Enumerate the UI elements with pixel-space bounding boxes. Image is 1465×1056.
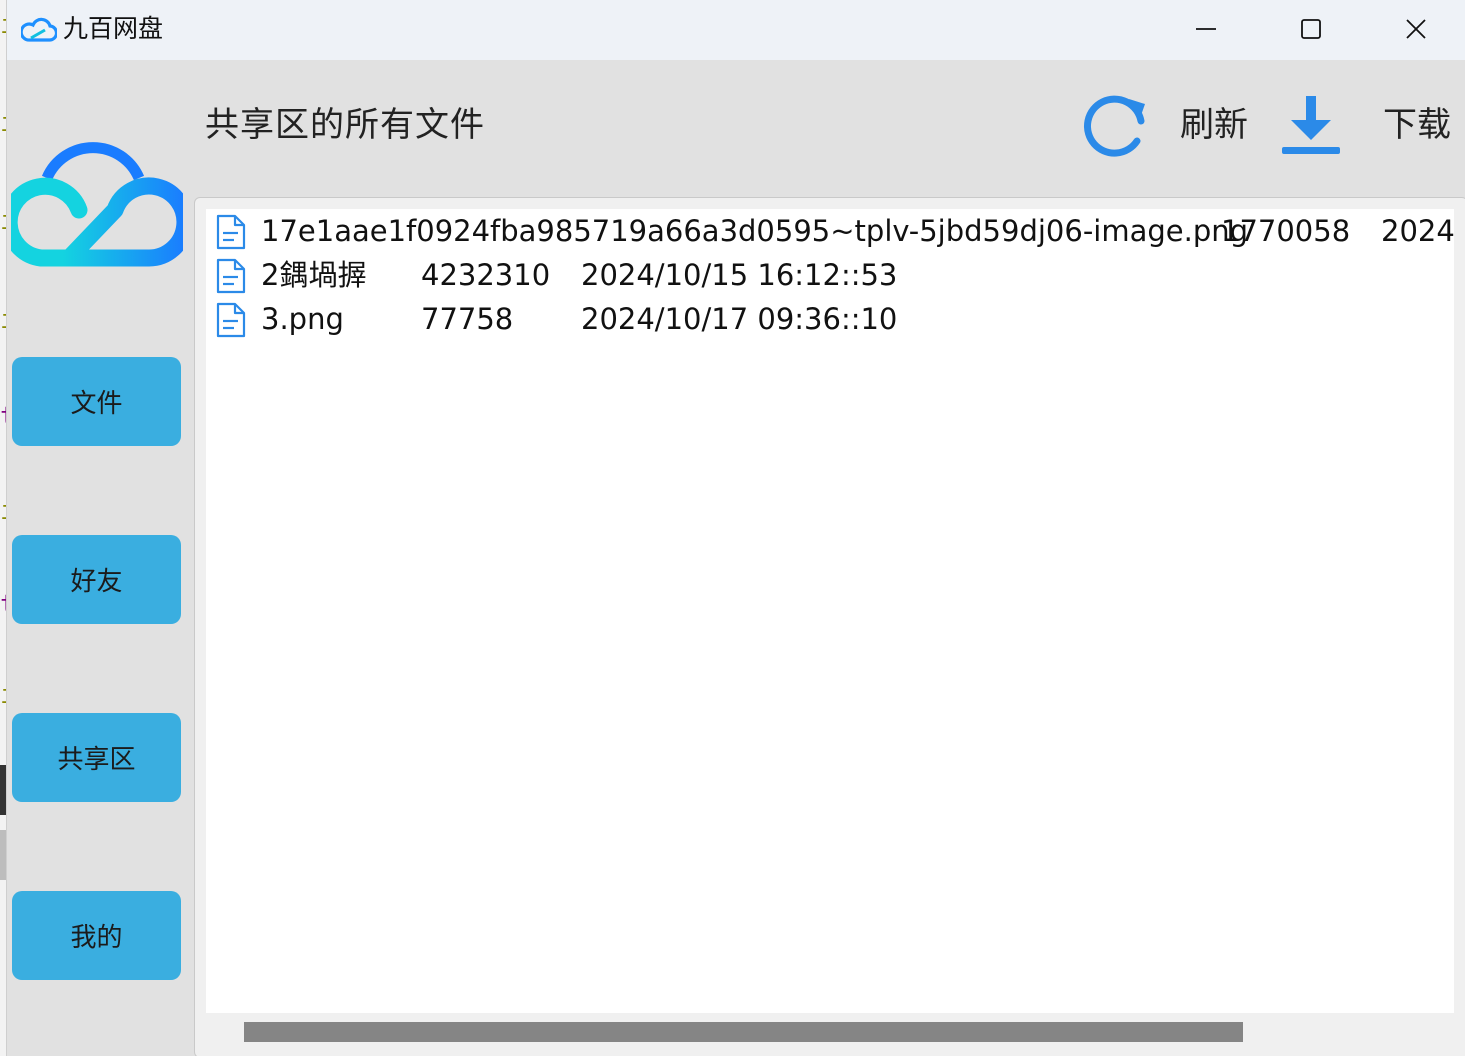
file-list[interactable]: 17e1aae1f0924fba985719a66a3d0595~tplv-5j…: [206, 209, 1454, 1013]
nav-profile-button[interactable]: 我的: [12, 891, 181, 980]
download-label[interactable]: 下载: [1383, 102, 1451, 148]
cloud-app-icon: [21, 17, 57, 42]
cloud-logo-icon: [11, 142, 183, 267]
nav-files-button[interactable]: 文件: [12, 357, 181, 446]
title-bar[interactable]: 九百网盘: [7, 0, 1465, 60]
file-size: 4232310: [421, 258, 551, 292]
app-window: 九百网盘 文件 好友 共享区 我的 共享区的所有文件 刷新 下载 17e1aae…: [6, 0, 1465, 1056]
file-name: 17e1aae1f0924fba985719a66a3d0595~tplv-5j…: [261, 214, 1249, 248]
maximize-icon: [1301, 19, 1321, 39]
horizontal-scrollbar[interactable]: [206, 1014, 1454, 1050]
file-name: 2鍝堝搱: [261, 258, 367, 292]
download-icon[interactable]: [1279, 93, 1343, 157]
file-icon: [216, 258, 246, 294]
minimize-icon: [1196, 28, 1216, 30]
maximize-button[interactable]: [1259, 0, 1363, 58]
close-button[interactable]: [1364, 0, 1465, 58]
file-icon: [216, 214, 246, 250]
file-size: 1770058: [1221, 214, 1351, 248]
file-row[interactable]: 3.png 77758 2024/10/17 09:36::10: [206, 297, 1454, 341]
window-title: 九百网盘: [63, 14, 164, 43]
file-name: 3.png: [261, 302, 344, 336]
refresh-icon[interactable]: [1081, 91, 1151, 161]
minimize-button[interactable]: [1154, 0, 1258, 58]
close-icon: [1406, 19, 1426, 39]
scrollbar-thumb[interactable]: [244, 1022, 1243, 1042]
page-title: 共享区的所有文件: [205, 105, 485, 145]
file-date: 2024/10/15 16:12::53: [581, 258, 898, 292]
nav-friends-button[interactable]: 好友: [12, 535, 181, 624]
file-icon: [216, 302, 246, 338]
nav-shared-button[interactable]: 共享区: [12, 713, 181, 802]
file-row[interactable]: 17e1aae1f0924fba985719a66a3d0595~tplv-5j…: [206, 209, 1454, 253]
file-row[interactable]: 2鍝堝搱 4232310 2024/10/15 16:12::53: [206, 253, 1454, 297]
refresh-label[interactable]: 刷新: [1180, 102, 1248, 148]
file-size: 77758: [421, 302, 514, 336]
file-date: 2024/: [1381, 214, 1454, 248]
file-date: 2024/10/17 09:36::10: [581, 302, 898, 336]
